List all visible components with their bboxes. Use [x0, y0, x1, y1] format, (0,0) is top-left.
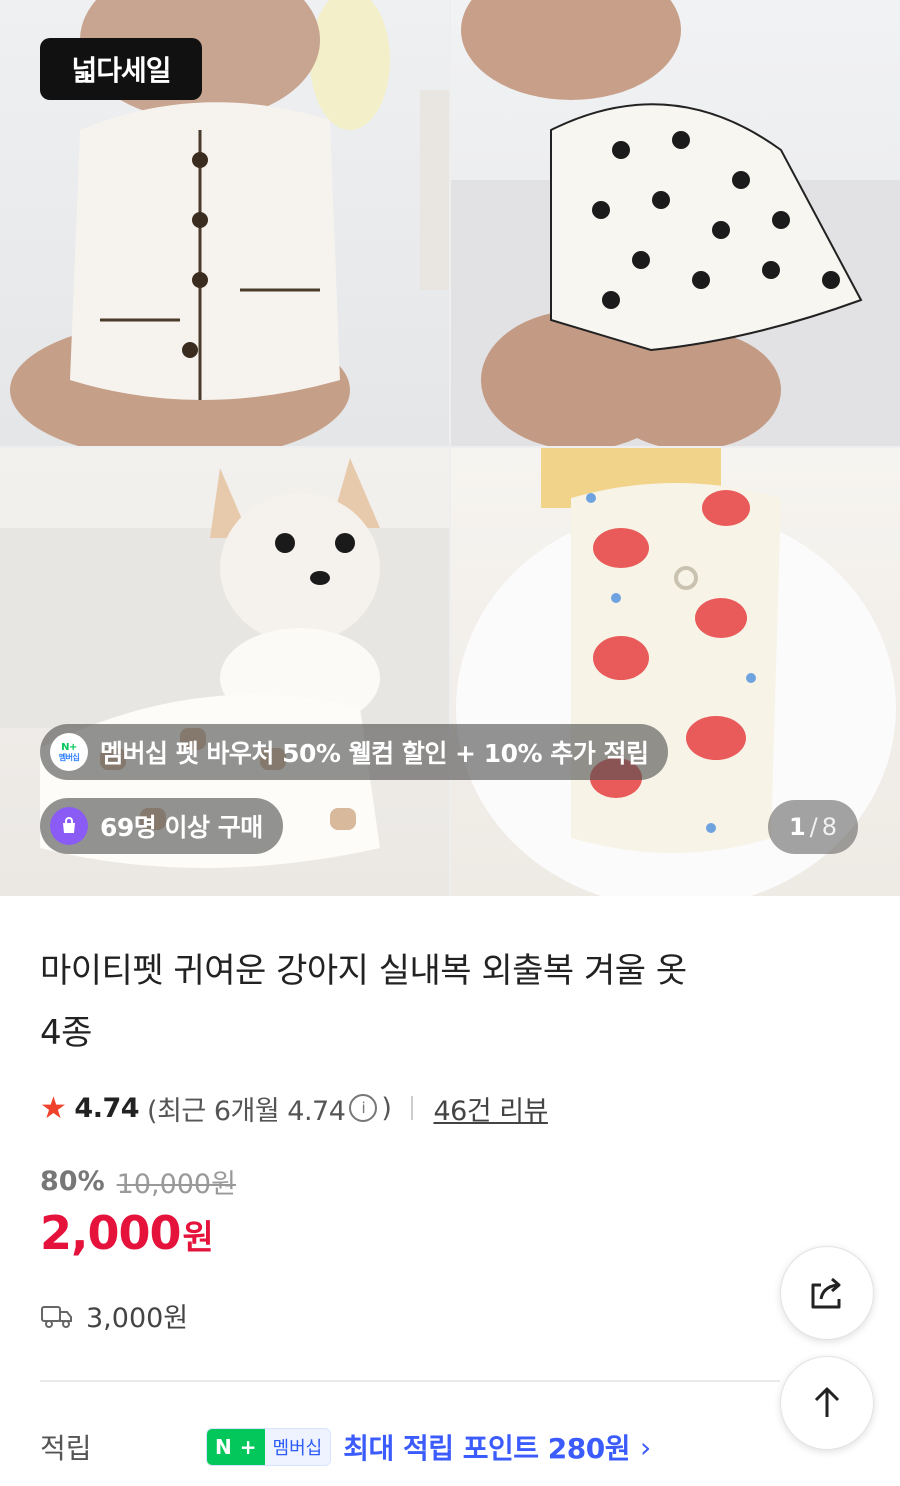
- sale-price: 2,000 원: [40, 1206, 214, 1260]
- membership-voucher-pill[interactable]: N+ 멤버십 멤버십 펫 바우처 50% 웰컴 할인 + 10% 추가 적립: [40, 724, 669, 780]
- image-counter-total: 8: [821, 813, 838, 841]
- sale-price-unit: 원: [182, 1218, 214, 1258]
- shipping-fee-text: 3,000원: [86, 1303, 189, 1334]
- product-title-line2: 4종: [40, 1013, 92, 1053]
- scroll-to-top-button[interactable]: [780, 1356, 874, 1450]
- shipping-fee-row: 3,000원: [40, 1296, 188, 1335]
- image-counter-current: 1: [788, 813, 806, 841]
- product-image-heart-shirt: [451, 0, 900, 446]
- share-button[interactable]: [780, 1246, 874, 1340]
- membership-chip-label: 멤버십: [264, 1429, 331, 1465]
- points-label: 적립: [40, 1432, 92, 1465]
- plus-icon: +: [239, 1429, 265, 1465]
- image-counter: 1 / 8: [768, 800, 858, 854]
- star-icon: ★: [40, 1090, 67, 1126]
- discount-percent: 80%: [40, 1166, 105, 1197]
- sale-price-value: 2,000: [40, 1206, 182, 1260]
- shopping-bag-icon: [50, 807, 88, 845]
- naver-plus-membership-chip: N + 멤버십: [206, 1428, 332, 1466]
- product-image-gallery[interactable]: 넓다세일 N+ 멤버십 멤버십 펫 바우처 50% 웰컴 할인 + 10% 추가…: [0, 0, 900, 896]
- naver-plus-membership-icon: N+ 멤버십: [50, 733, 88, 771]
- section-divider: [40, 1380, 780, 1382]
- membership-voucher-text: 멤버십 펫 바우처 50% 웰컴 할인 + 10% 추가 적립: [100, 739, 649, 768]
- arrow-up-icon: [814, 1387, 840, 1417]
- info-icon[interactable]: i: [349, 1094, 378, 1122]
- max-points-text: 최대 적립 포인트 280원: [343, 1432, 630, 1465]
- purchase-count-text: 69명 이상 구매: [100, 813, 263, 842]
- sale-badge: 넓다세일: [40, 38, 202, 100]
- points-row[interactable]: 적립 N + 멤버십 최대 적립 포인트 280원 ›: [40, 1420, 860, 1474]
- rating-score: 4.74: [74, 1092, 140, 1124]
- naver-n-icon: N: [207, 1429, 240, 1465]
- rating-divider: [411, 1096, 414, 1120]
- share-icon: [811, 1277, 841, 1309]
- original-price: 10,000원: [116, 1169, 236, 1200]
- chevron-right-icon: ›: [639, 1430, 652, 1464]
- image-counter-separator: /: [809, 813, 818, 841]
- product-title: 마이티펫 귀여운 강아지 실내복 외출복 겨울 옷 4종: [40, 940, 840, 1064]
- truck-icon: [41, 1305, 72, 1328]
- purchase-count-pill: 69명 이상 구매: [40, 798, 283, 854]
- recent-rating-text: (최근 6개월 4.74: [147, 1095, 346, 1127]
- rating-row: ★ 4.74 (최근 6개월 4.74 i ) 46건 리뷰: [40, 1086, 548, 1130]
- discount-row: 80% 10,000원: [40, 1162, 236, 1201]
- recent-rating-close: ): [381, 1092, 392, 1124]
- review-count-link[interactable]: 46건 리뷰: [433, 1089, 548, 1128]
- heart-shirt-illustration: [451, 0, 900, 446]
- product-title-line1: 마이티펫 귀여운 강아지 실내복 외출복 겨울 옷: [40, 951, 687, 991]
